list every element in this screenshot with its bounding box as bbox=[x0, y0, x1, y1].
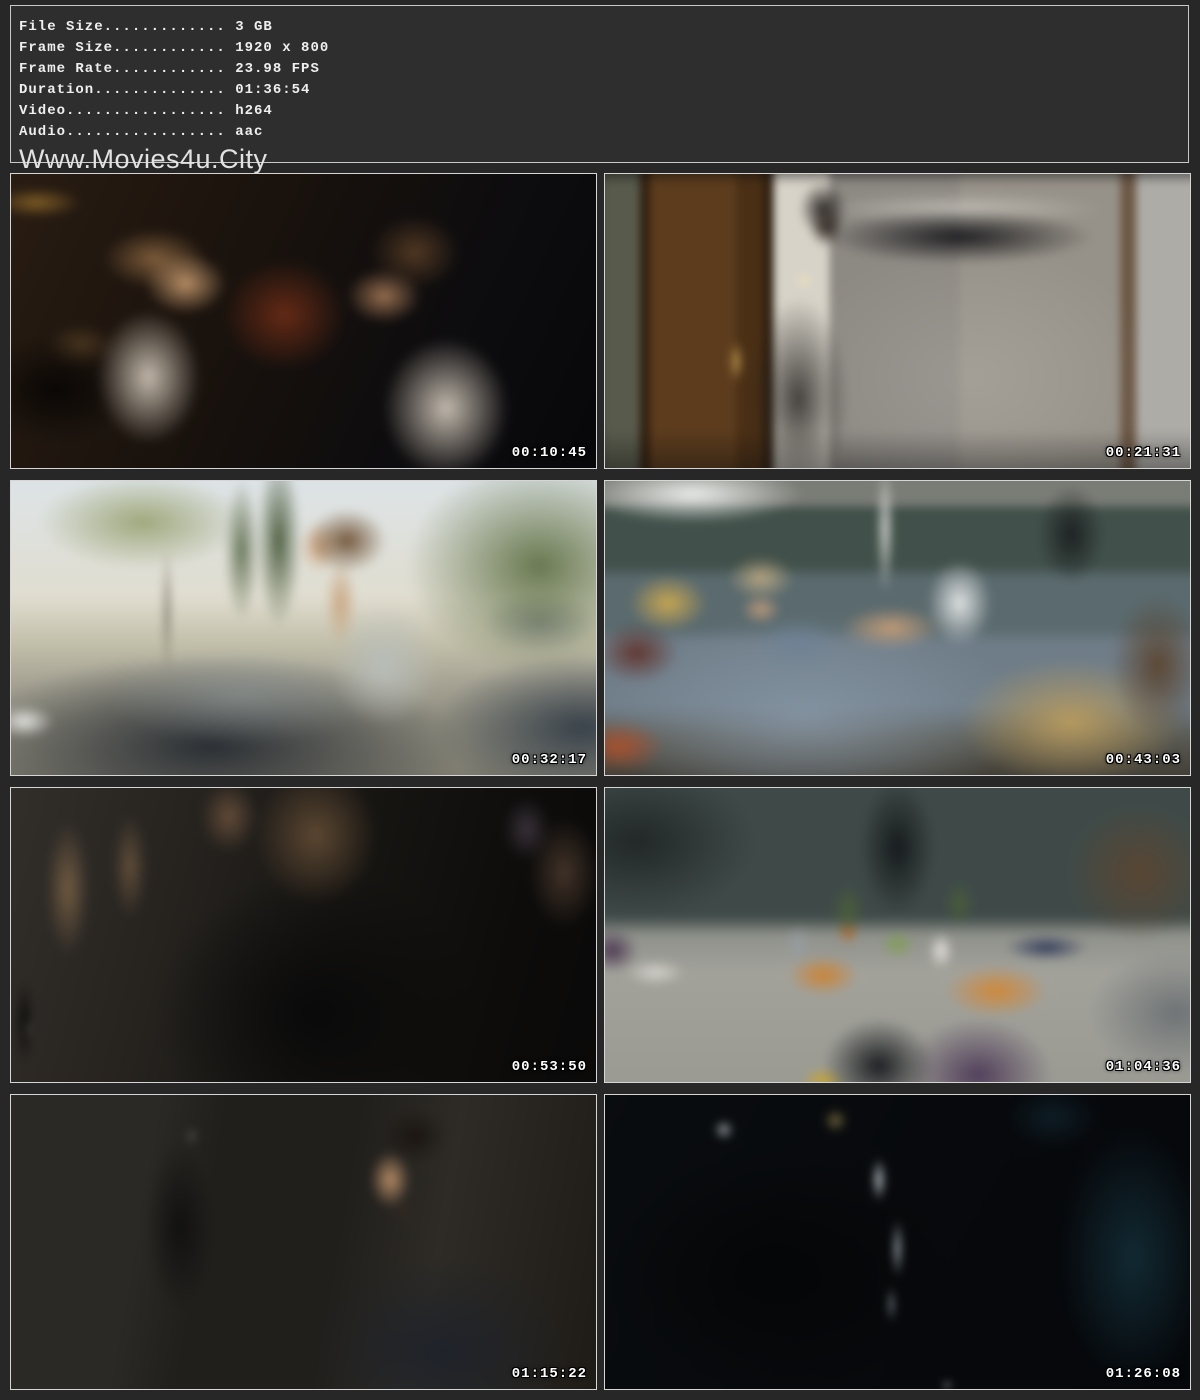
media-info-video: Video................. h264 bbox=[19, 101, 1180, 122]
site-watermark: Www.Movies4u.City bbox=[19, 144, 1180, 174]
media-info-panel: File Size............. 3 GB Frame Size..… bbox=[10, 5, 1189, 163]
screenshot-cell-2: 00:21:31 bbox=[604, 173, 1191, 469]
screenshot-image-bathroom-scene bbox=[10, 173, 597, 469]
screenshot-cell-8: 01:26:08 bbox=[604, 1094, 1191, 1390]
media-info-frame-rate: Frame Rate............ 23.98 FPS bbox=[19, 59, 1180, 80]
media-info-frame-size: Frame Size............ 1920 x 800 bbox=[19, 38, 1180, 59]
screenshot-cell-4: 00:43:03 bbox=[604, 480, 1191, 776]
timestamp-overlay: 00:53:50 bbox=[512, 1059, 587, 1075]
timestamp-overlay: 00:43:03 bbox=[1106, 752, 1181, 768]
screenshot-grid: 00:10:45 00:21:31 00:32:17 00:43:03 00:5… bbox=[10, 173, 1191, 1390]
screenshot-image-night-car-scene bbox=[604, 1094, 1191, 1390]
screenshot-preview-page: File Size............. 3 GB Frame Size..… bbox=[0, 0, 1200, 1400]
screenshot-cell-3: 00:32:17 bbox=[10, 480, 597, 776]
media-info-duration: Duration.............. 01:36:54 bbox=[19, 80, 1180, 101]
media-info-audio: Audio................. aac bbox=[19, 122, 1180, 143]
screenshot-image-dark-party-scene bbox=[10, 787, 597, 1083]
screenshot-image-warehouse-lounge-scene bbox=[604, 787, 1191, 1083]
timestamp-overlay: 00:32:17 bbox=[512, 752, 587, 768]
screenshot-image-man-portrait-scene bbox=[10, 1094, 597, 1390]
screenshot-cell-5: 00:53:50 bbox=[10, 787, 597, 1083]
screenshot-cell-6: 01:04:36 bbox=[604, 787, 1191, 1083]
media-info-file-size: File Size............. 3 GB bbox=[19, 17, 1180, 38]
screenshot-cell-7: 01:15:22 bbox=[10, 1094, 597, 1390]
screenshot-image-car-door-scene bbox=[10, 480, 597, 776]
timestamp-overlay: 01:26:08 bbox=[1106, 1366, 1181, 1382]
timestamp-overlay: 00:10:45 bbox=[512, 445, 587, 461]
timestamp-overlay: 01:15:22 bbox=[512, 1366, 587, 1382]
screenshot-image-door-machine-scene bbox=[604, 173, 1191, 469]
screenshot-image-bedroom-scene bbox=[604, 480, 1191, 776]
timestamp-overlay: 00:21:31 bbox=[1106, 445, 1181, 461]
screenshot-cell-1: 00:10:45 bbox=[10, 173, 597, 469]
timestamp-overlay: 01:04:36 bbox=[1106, 1059, 1181, 1075]
